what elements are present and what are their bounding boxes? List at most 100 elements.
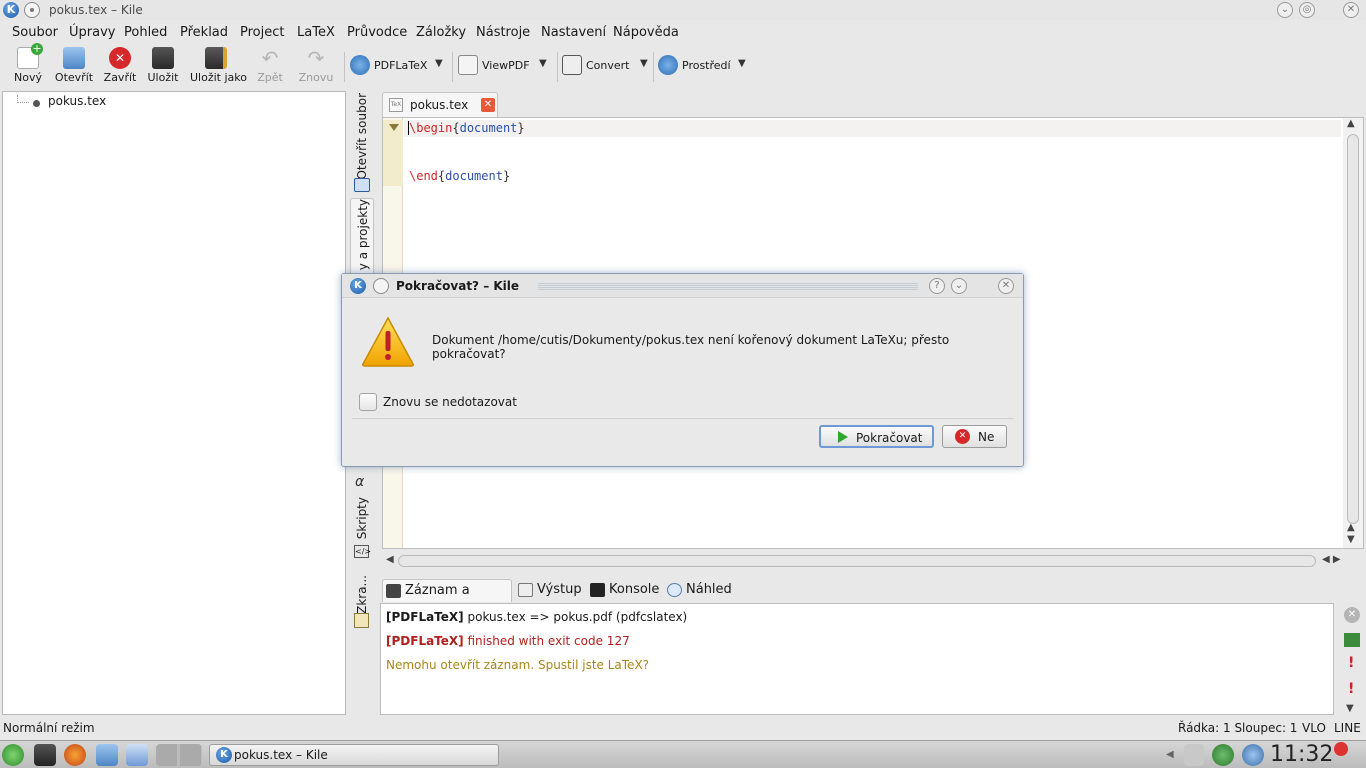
firefox-icon[interactable] xyxy=(64,744,86,766)
save-as-button[interactable]: Uložit jako xyxy=(190,44,247,88)
tab-document[interactable]: TeX pokus.tex ✕ xyxy=(382,92,498,117)
menu-help[interactable]: Nápověda xyxy=(613,25,679,40)
build-pdflatex-combo[interactable]: PDFLaTeX ▼ xyxy=(350,54,446,78)
tab-log-messages[interactable]: Záznam a zprávy xyxy=(382,579,512,619)
help-icon[interactable]: ? xyxy=(929,278,945,294)
alpha-symbol-icon[interactable]: α xyxy=(355,474,364,490)
menubar: Soubor Úpravy Pohled Překlad Project LaT… xyxy=(0,21,1366,43)
maximize-icon[interactable]: ◎ xyxy=(1299,2,1315,18)
kile-app-icon[interactable]: K xyxy=(350,278,366,294)
script-icon: </> xyxy=(354,545,372,558)
system-settings-icon[interactable] xyxy=(126,744,148,766)
minimize-icon[interactable]: ⌄ xyxy=(1277,2,1293,18)
kile-app-icon: K xyxy=(216,747,232,763)
close-icon[interactable]: ✕ xyxy=(998,278,1014,294)
taskbar-window-button[interactable]: K pokus.tex – Kile xyxy=(209,744,499,766)
convert-combo[interactable]: Convert ▼ xyxy=(562,54,656,78)
dialog-title: Pokračovat? – Kile xyxy=(396,279,520,293)
menu-file[interactable]: Soubor xyxy=(12,25,58,40)
menu-tools[interactable]: Nástroje xyxy=(476,25,530,40)
graph-icon[interactable] xyxy=(1344,633,1360,647)
tex-file-icon: TeX xyxy=(389,98,403,112)
tab-preview[interactable]: Náhled xyxy=(664,579,734,602)
save-disk-icon xyxy=(354,178,370,192)
undo-button[interactable]: ↶ Zpět xyxy=(254,44,286,88)
tray-expand-icon[interactable]: ◀ xyxy=(1166,749,1174,760)
volume-icon[interactable] xyxy=(1184,744,1204,766)
file-bullet-icon xyxy=(33,100,40,107)
network-icon[interactable] xyxy=(1212,744,1234,766)
tab-open-file[interactable]: Otevřít soubor xyxy=(350,93,374,180)
scroll-left-icon[interactable]: ◀ xyxy=(386,554,394,565)
scroll-right-icon[interactable]: ◀ ▶ xyxy=(1322,554,1341,565)
window-menu-icon[interactable] xyxy=(24,2,40,18)
tab-files-and-projects[interactable]: y a projekty xyxy=(350,198,374,278)
file-tree-item[interactable]: pokus.tex xyxy=(48,94,106,108)
scroll-thumb[interactable] xyxy=(1347,134,1359,524)
chevron-down-icon[interactable]: ▼ xyxy=(435,58,443,69)
tab-scripts[interactable]: Skripty xyxy=(350,497,374,541)
chevron-down-icon[interactable]: ▼ xyxy=(1346,703,1354,714)
warning-nav-icon[interactable]: ! xyxy=(1348,681,1354,697)
continue-button[interactable]: Pokračovat xyxy=(819,425,934,448)
close-tab-icon[interactable]: ✕ xyxy=(481,98,495,112)
menu-project[interactable]: Project xyxy=(240,25,284,40)
tab-abbreviations[interactable]: Zkra... xyxy=(350,575,374,614)
menu-view[interactable]: Pohled xyxy=(124,25,167,40)
close-file-icon: ✕ xyxy=(109,47,131,69)
app-launcher-icon[interactable] xyxy=(2,744,24,766)
kile-app-icon[interactable]: K xyxy=(3,2,19,18)
insert-mode-status[interactable]: VLO xyxy=(1302,721,1326,735)
undo-arrow-icon: ↶ xyxy=(261,46,279,70)
tab-output[interactable]: Výstup xyxy=(515,579,585,602)
menu-edit[interactable]: Úpravy xyxy=(69,25,115,40)
scroll-up-icon[interactable]: ▲ xyxy=(1347,118,1355,129)
window-titlebar: K pokus.tex – Kile ⌄ ◎ ✕ xyxy=(0,0,1366,20)
menu-settings[interactable]: Nastavení xyxy=(541,25,606,40)
redo-button[interactable]: ↷ Znovu xyxy=(298,44,334,88)
log-entry: [PDFLaTeX] finished with exit code 127 xyxy=(386,634,630,648)
environment-icon xyxy=(658,55,678,75)
scroll-up-icon[interactable]: ▲ xyxy=(1347,522,1355,533)
log-entry: [PDFLaTeX] pokus.tex => pokus.pdf (pdfcs… xyxy=(386,610,688,624)
menu-latex[interactable]: LaTeX xyxy=(297,25,335,40)
pager-icon[interactable] xyxy=(156,744,202,766)
window-menu-icon[interactable] xyxy=(373,278,389,294)
save-button[interactable]: Uložit xyxy=(145,44,181,88)
view-pdf-combo[interactable]: ViewPDF ▼ xyxy=(458,54,554,78)
scroll-down-icon[interactable]: ▼ xyxy=(1347,534,1355,545)
toolbar-separator xyxy=(653,52,654,82)
selection-mode-status[interactable]: LINE xyxy=(1334,721,1361,735)
file-manager-icon[interactable] xyxy=(96,744,118,766)
menu-wizard[interactable]: Průvodce xyxy=(347,25,407,40)
editor-vertical-scrollbar[interactable]: ▲ ▲ ▼ xyxy=(1343,118,1363,548)
environment-combo[interactable]: Prostředí ▼ xyxy=(658,54,754,78)
open-button[interactable]: Otevřít xyxy=(54,44,94,88)
chevron-down-icon[interactable]: ▼ xyxy=(539,58,547,69)
log-view[interactable]: [PDFLaTeX] pokus.tex => pokus.pdf (pdfcs… xyxy=(380,603,1334,715)
fold-triangle-icon[interactable] xyxy=(389,124,399,131)
editor-horizontal-scrollbar[interactable]: ◀ ◀ ▶ xyxy=(382,551,1364,571)
close-button[interactable]: ✕ Zavřít xyxy=(102,44,138,88)
scroll-thumb[interactable] xyxy=(398,555,1316,567)
updates-icon[interactable] xyxy=(1242,744,1264,766)
dont-ask-label[interactable]: Znovu se nedotazovat xyxy=(383,395,517,409)
dont-ask-checkbox[interactable] xyxy=(359,393,377,411)
chevron-down-icon[interactable]: ▼ xyxy=(640,58,648,69)
terminal-icon xyxy=(590,583,605,597)
code-line: \begin{document} xyxy=(409,121,525,135)
menu-build[interactable]: Překlad xyxy=(180,25,228,40)
error-nav-icon[interactable]: ! xyxy=(1348,655,1354,671)
tab-console[interactable]: Konsole xyxy=(587,579,662,602)
minimize-icon[interactable]: ⌄ xyxy=(951,278,967,294)
no-button[interactable]: ✕ Ne xyxy=(942,425,1007,448)
chevron-down-icon[interactable]: ▼ xyxy=(738,58,746,69)
toolbar-separator xyxy=(557,52,558,82)
clear-log-icon[interactable]: ✕ xyxy=(1344,607,1360,623)
desktop-icon[interactable] xyxy=(34,744,56,766)
clock[interactable]: 11:32 xyxy=(1270,742,1333,767)
notification-icon[interactable] xyxy=(1334,742,1348,756)
close-icon[interactable]: ✕ xyxy=(1343,2,1359,18)
new-button[interactable]: + Nový xyxy=(10,43,46,88)
menu-bookmarks[interactable]: Záložky xyxy=(416,25,466,40)
